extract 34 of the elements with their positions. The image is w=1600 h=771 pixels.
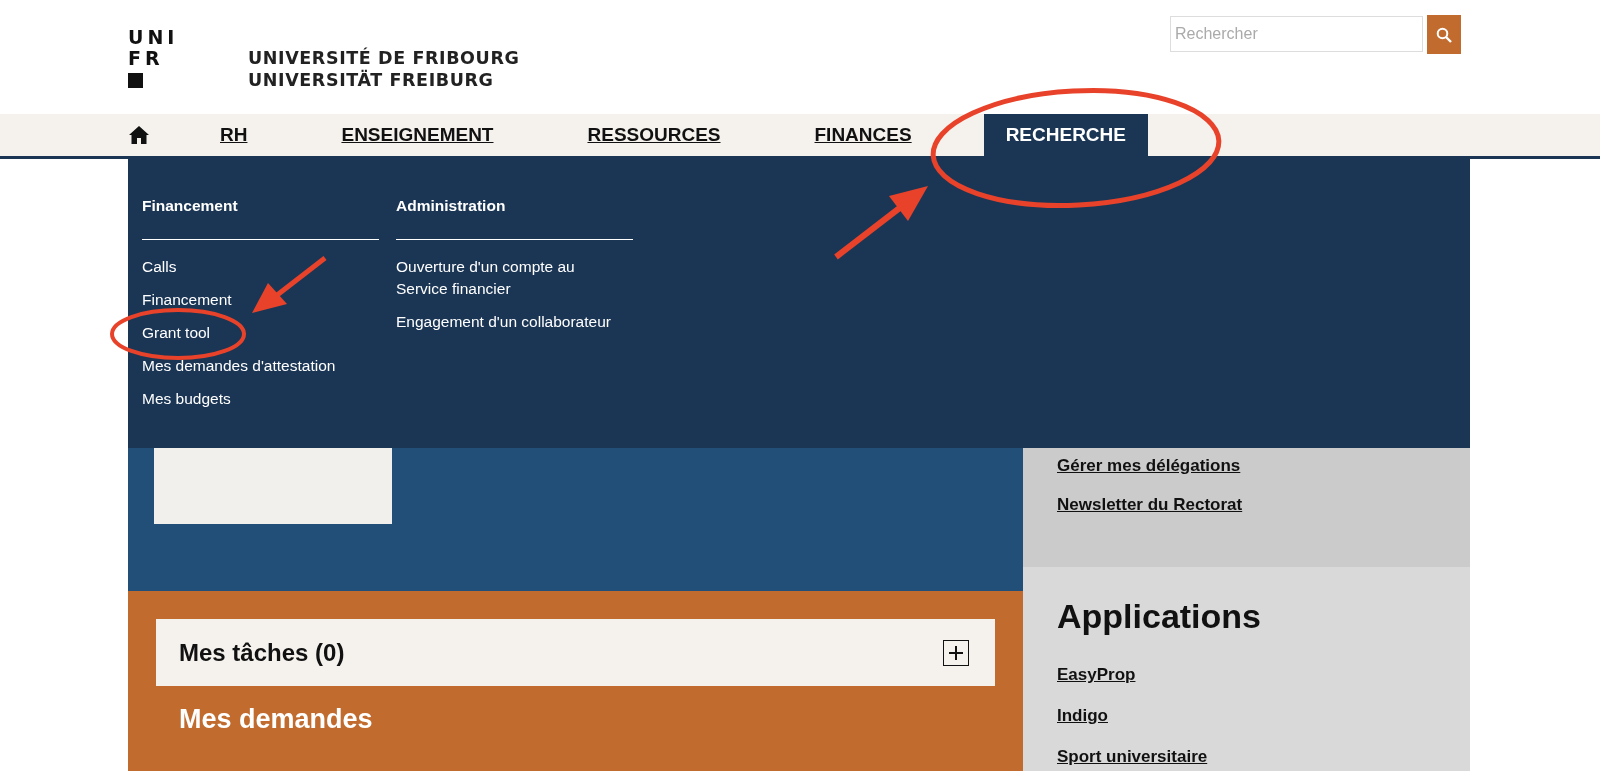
home-icon[interactable] <box>128 125 150 145</box>
tasks-header[interactable]: Mes tâches (0) <box>156 619 995 686</box>
university-name: UNIVERSITÄT FREIBURG <box>248 69 495 91</box>
logo-text: UNI <box>128 27 180 48</box>
logo-text: FR <box>128 48 165 69</box>
app-link[interactable]: Sport universitaire <box>1057 747 1436 767</box>
menu-heading: Administration <box>396 197 633 240</box>
nav-tab[interactable]: RESSOURCES <box>565 114 743 156</box>
tasks-title: Mes tâches (0) <box>179 638 345 667</box>
search-button[interactable] <box>1427 15 1461 54</box>
menu-link[interactable]: Ouverture d'un compte au Service financier <box>396 255 621 300</box>
section-title: Applications <box>1057 597 1263 636</box>
menu-link[interactable]: Mes demandes d'attestation <box>142 354 367 377</box>
nav-tab[interactable]: ENSEIGNEMENT <box>319 114 516 156</box>
nav-tab[interactable]: RECHERCHE <box>983 114 1148 156</box>
search-icon <box>1436 26 1452 43</box>
plus-icon <box>948 644 964 661</box>
nav-tab[interactable]: RH <box>198 114 270 156</box>
app-link[interactable]: Indigo <box>1057 706 1436 726</box>
expand-button[interactable] <box>943 639 969 666</box>
nav-tab[interactable]: FINANCES <box>792 114 934 156</box>
university-name: UNIVERSITÉ DE FRIBOURG <box>248 47 520 69</box>
menu-link[interactable]: Financement <box>142 288 367 311</box>
menu-link[interactable]: Calls <box>142 255 367 278</box>
sidebar-link[interactable]: Gérer mes délégations <box>1057 456 1436 476</box>
menu-link[interactable]: Engagement d'un collaborateur <box>396 310 621 333</box>
search-field[interactable]: Rechercher <box>1170 16 1423 52</box>
app-link[interactable]: EasyProp <box>1057 665 1436 685</box>
menu-link[interactable]: Grant tool <box>142 321 367 344</box>
sidebar-link[interactable]: Newsletter du Rectorat <box>1057 495 1436 515</box>
section-title: Mes demandes <box>179 704 374 735</box>
logo-square <box>128 73 143 88</box>
menu-link[interactable]: Mes budgets <box>142 387 367 410</box>
menu-heading: Financement <box>142 197 379 240</box>
